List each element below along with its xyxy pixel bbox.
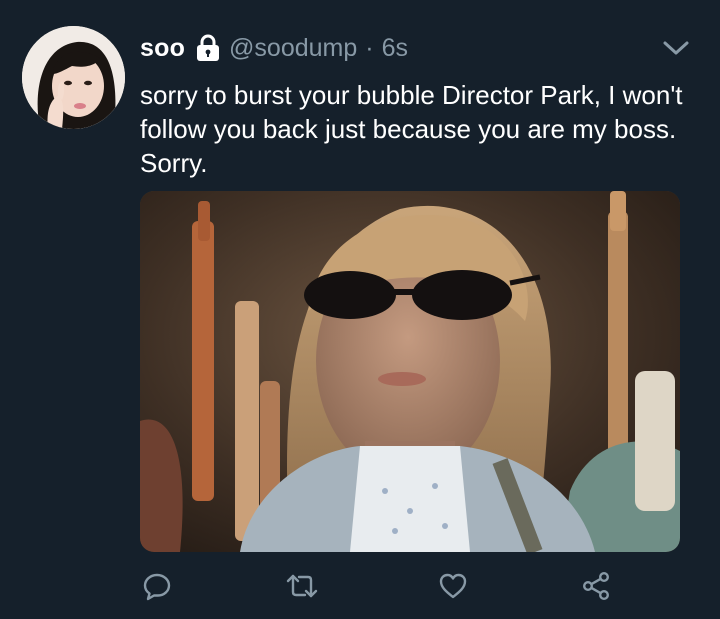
comment-icon (143, 573, 171, 601)
handle[interactable]: @soodump (229, 34, 357, 63)
lock-icon (196, 34, 220, 62)
display-name[interactable]: soo (140, 34, 185, 63)
tweet-text: sorry to burst your bubble Director Park… (140, 80, 683, 178)
retweet-icon (286, 574, 318, 598)
tweet[interactable]: soo @soodump · 6s sorry to burst your bu… (0, 0, 720, 619)
tweet-header: soo @soodump · 6s (140, 31, 408, 65)
chevron-down-icon[interactable] (660, 36, 692, 60)
avatar-image (22, 26, 125, 129)
photo-image (140, 191, 680, 552)
separator-dot: · (365, 33, 374, 62)
share-icon (583, 572, 610, 601)
heart-icon (439, 573, 467, 599)
like-button[interactable] (433, 566, 473, 606)
retweet-button[interactable] (282, 566, 322, 606)
share-button[interactable] (576, 566, 616, 606)
avatar[interactable] (22, 26, 125, 129)
tweet-media-photo[interactable] (140, 191, 680, 552)
timestamp[interactable]: 6s (382, 34, 408, 63)
reply-button[interactable] (137, 566, 177, 606)
tweet-actions (140, 566, 680, 606)
